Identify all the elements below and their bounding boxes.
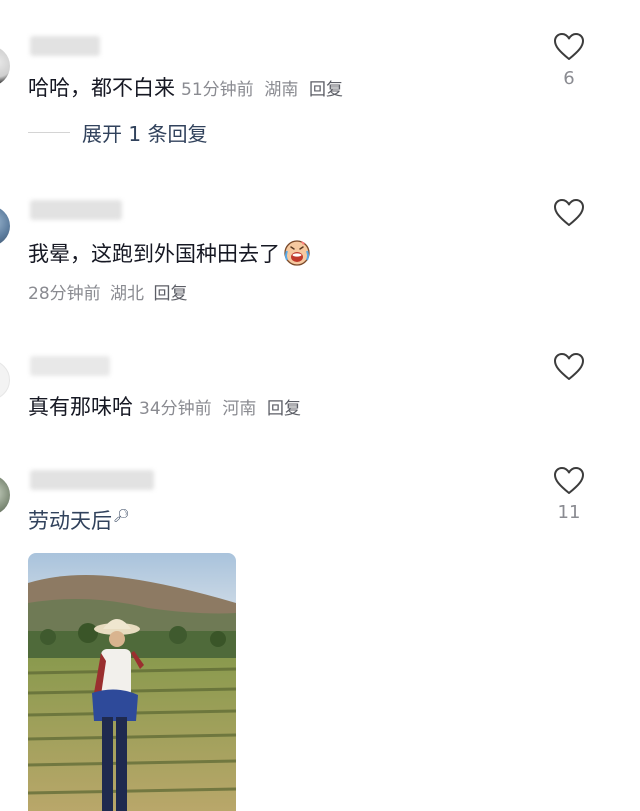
comment-row: 劳动天后🔎︎ [28,505,130,535]
comment-time: 34分钟前 [139,399,212,419]
comment-text: 真有那味哈 [28,395,133,419]
comment-location: 湖南 [264,80,299,100]
like-button[interactable] [552,352,586,382]
avatar[interactable] [0,206,10,246]
comment-text[interactable]: 劳动天后 [28,509,112,533]
like-count: 11 [557,502,581,523]
heart-icon[interactable] [553,198,585,228]
username[interactable] [30,470,154,490]
comment-time: 28分钟前 [28,284,101,304]
comment-text: 哈哈，都不白来 [28,76,175,100]
avatar[interactable] [0,360,10,400]
comment-location: 河南 [222,399,257,419]
expand-replies[interactable]: 展开 1 条回复 [28,118,207,147]
like-button[interactable]: 6 [552,32,586,89]
comment-row: 哈哈，都不白来 51分钟前 湖南 回复 [28,72,343,102]
like-count: 6 [563,68,575,89]
username[interactable] [30,200,122,220]
comment-image[interactable] [28,553,236,811]
heart-icon[interactable] [553,352,585,382]
comment-time: 51分钟前 [181,80,254,100]
comment-location: 湖北 [110,284,145,304]
comment-row: 真有那味哈 34分钟前 河南 回复 [28,391,301,421]
reply-button[interactable]: 回复 [267,399,301,419]
expand-replies-label[interactable]: 展开 1 条回复 [82,118,207,147]
heart-icon[interactable] [553,466,585,496]
field-photo-image [28,553,236,811]
divider [28,132,70,133]
avatar[interactable] [0,46,10,86]
avatar[interactable] [0,475,10,515]
heart-icon[interactable] [553,32,585,62]
comment-text: 我晕，这跑到外国种田去了 [28,242,280,266]
username[interactable] [30,356,110,376]
search-icon[interactable]: 🔎︎ [113,509,130,524]
crying-emoji-icon [284,240,310,266]
comment-meta: 28分钟前 湖北 回复 [28,279,187,304]
reply-button[interactable]: 回复 [153,284,187,304]
like-button[interactable] [552,198,586,228]
reply-button[interactable]: 回复 [309,80,343,100]
username[interactable] [30,36,100,56]
like-button[interactable]: 11 [552,466,586,523]
comment-row: 我晕，这跑到外国种田去了 [28,238,311,268]
